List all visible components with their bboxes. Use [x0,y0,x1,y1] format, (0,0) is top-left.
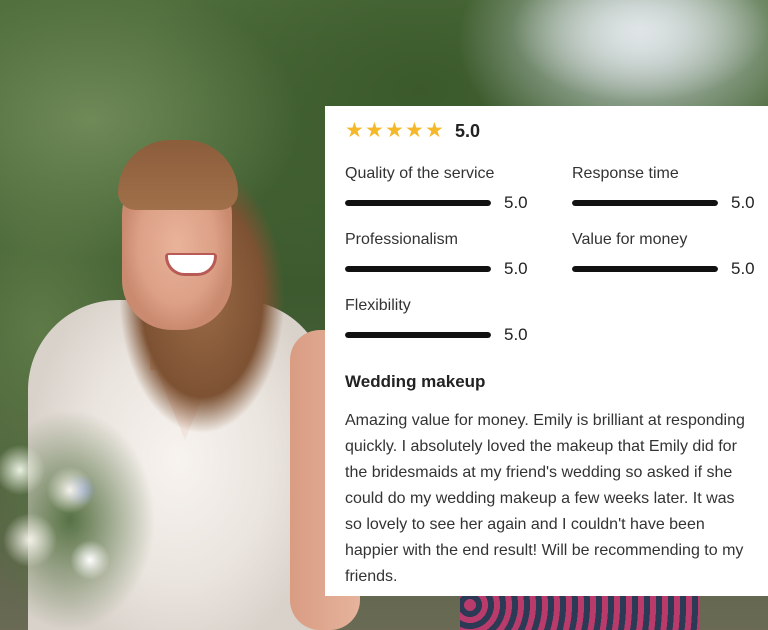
review-card: ★ ★ ★ ★ ★ 5.0 Quality of the service 5.0 Res… [325,106,768,596]
category-response-time: Response time 5.0 [572,164,762,213]
category-label: Value for money [572,231,688,248]
star-icon: ★ [345,119,364,142]
category-professionalism: Professionalism 5.0 [345,230,535,279]
star-icon: ★ [405,119,424,142]
category-value: 5.0 [504,259,528,278]
photo-floral-dress [460,595,700,630]
category-label: Professionalism [345,231,458,248]
rating-bar-fill [345,266,491,272]
category-label: Quality of the service [345,165,495,182]
category-flexibility: Flexibility 5.0 [345,296,535,345]
photo-bouquet [0,370,180,630]
rating-bar-fill [345,200,491,206]
review-title: Wedding makeup [345,372,486,391]
category-value: 5.0 [731,259,755,278]
star-icon: ★ [425,119,444,142]
star-icon: ★ [365,119,384,142]
rating-bar [572,266,718,272]
rating-bar [345,332,491,338]
overall-rating-value: 5.0 [455,120,481,141]
rating-bar-fill [345,332,491,338]
rating-bar [345,200,491,206]
rating-bar [345,266,491,272]
category-value-for-money: Value for money 5.0 [572,230,762,279]
rating-bar-fill [572,266,718,272]
overall-rating: ★ ★ ★ ★ ★ 5.0 [345,116,480,146]
rating-bar-fill [572,200,718,206]
category-label: Response time [572,165,679,182]
review-text: Amazing value for money. Emily is brilli… [345,412,745,585]
star-icon: ★ [385,119,404,142]
category-label: Flexibility [345,297,411,314]
photo-sky [470,0,768,110]
category-value: 5.0 [504,193,528,212]
category-value: 5.0 [731,193,755,212]
category-value: 5.0 [504,325,528,344]
category-quality-of-service: Quality of the service 5.0 [345,164,535,213]
star-rating: ★ ★ ★ ★ ★ [345,119,445,142]
rating-bar [572,200,718,206]
